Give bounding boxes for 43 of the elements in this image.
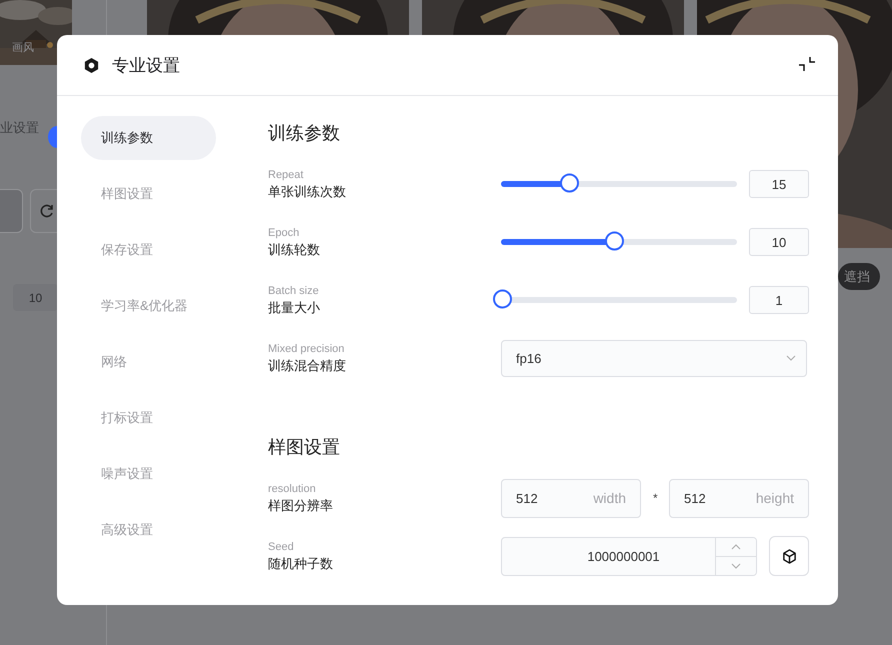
field-caption: 批量大小 [268,299,321,317]
field-caption: 训练轮数 [268,241,321,259]
nav-item[interactable]: 训练参数 [81,116,216,160]
number-field[interactable]: 15 [749,170,809,198]
field-label: Mixed precision [268,342,346,357]
section-title: 训练参数 [268,122,341,145]
refresh-icon [38,203,54,219]
field-caption: 单张训练次数 [268,183,347,201]
hexagon-icon [83,56,100,74]
field-caption: 训练混合精度 [268,357,347,375]
height-field[interactable]: 512 height [669,478,809,518]
nav-item[interactable]: 高级设置 [81,508,216,552]
field-label: Epoch [268,226,300,241]
number-field[interactable]: 1 [749,286,809,314]
slider-thumb[interactable] [560,174,580,192]
field-label: Batch size [268,284,320,299]
number-field[interactable]: 10 [749,228,809,256]
field-label: Seed [268,540,295,555]
chevron-down-icon [786,355,796,361]
precision-dropdown[interactable]: fp16 [501,340,807,376]
field-label: Repeat [268,168,304,183]
separator: * [653,491,657,505]
random-seed-button[interactable] [769,536,809,576]
minimize-icon[interactable] [798,56,816,74]
nav-item[interactable]: 噪声设置 [81,452,216,496]
nav-item[interactable]: 学习率&优化器 [81,284,216,328]
nav-item[interactable]: 样图设置 [81,172,216,216]
nav-item[interactable]: 网络 [81,340,216,384]
nav-item[interactable]: 保存设置 [81,228,216,272]
mask-button[interactable]: 遮挡 [838,263,880,290]
field-caption: 样图分辨率 [268,497,334,515]
field-caption: 随机种子数 [268,555,334,573]
width-field[interactable]: 512 width [501,478,641,518]
dialog-title: 专业设置 [112,54,181,76]
slider-thumb[interactable] [493,290,512,308]
cube-icon [782,548,796,564]
slider-thumb[interactable] [605,232,624,250]
thumbnail-caption: 画风 [12,41,34,55]
field-label: resolution [268,482,317,497]
section-title: 样图设置 [268,436,341,459]
nav-item[interactable]: 打标设置 [81,396,216,440]
number-field[interactable]: 10 [13,284,58,311]
section-label: 业设置 [0,119,40,137]
